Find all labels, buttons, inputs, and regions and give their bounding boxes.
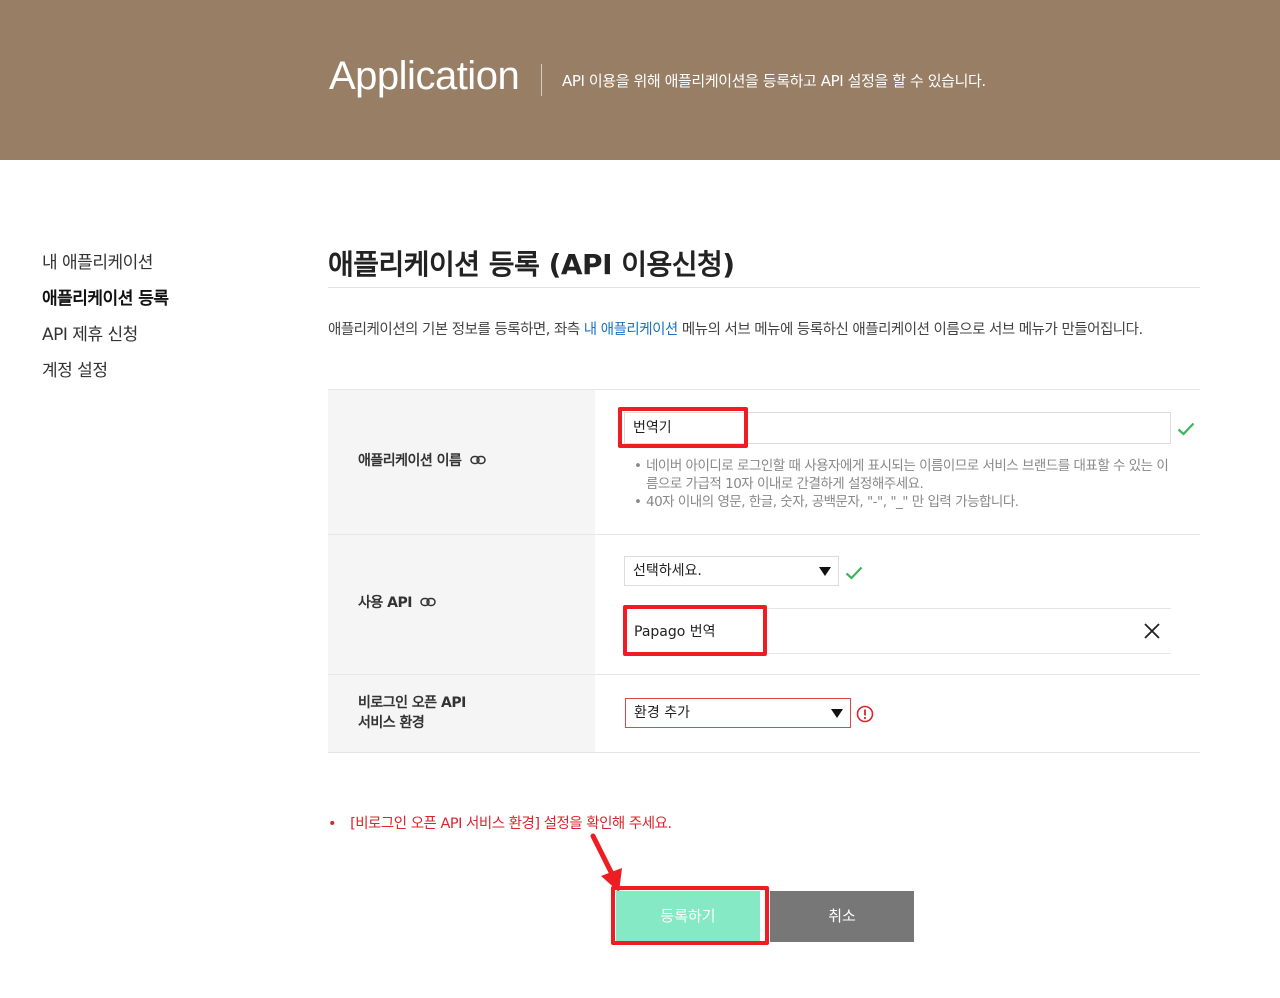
check-icon [845, 566, 863, 580]
cancel-button[interactable]: 취소 [770, 891, 914, 942]
arrow-annotation [590, 833, 622, 892]
link-icon[interactable] [470, 451, 486, 471]
environment-row: 비로그인 오픈 API 서비스 환경 환경 추가 [328, 675, 1200, 753]
intro-text-end: 메뉴의 서브 메뉴에 등록하신 애플리케이션 이름으로 서브 메뉴가 만들어집니… [677, 322, 1143, 338]
selected-api-label: Papago 번역 [634, 624, 716, 640]
chevron-down-icon [819, 567, 831, 576]
api-select-value: 선택하세요. [633, 563, 702, 579]
selected-api-item: Papago 번역 [624, 608, 1171, 654]
register-button[interactable]: 등록하기 [616, 891, 760, 942]
environment-label: 비로그인 오픈 API 서비스 환경 [358, 693, 466, 733]
intro-text: 애플리케이션의 기본 정보를 등록하면, 좌측 내 애플리케이션 메뉴의 서브 … [328, 316, 1200, 344]
environment-label-cell: 비로그인 오픈 API 서비스 환경 [328, 675, 595, 752]
check-icon [1177, 422, 1195, 436]
my-applications-link[interactable]: 내 애플리케이션 [584, 322, 679, 338]
app-name-label: 애플리케이션 이름 [358, 451, 486, 471]
error-bullet: • [328, 816, 337, 832]
app-name-label-text: 애플리케이션 이름 [358, 453, 462, 469]
help-item: 네이버 아이디로 로그인할 때 사용자에게 표시되는 이름이므로 서비스 브랜드… [634, 457, 1174, 493]
intro-text-start: 애플리케이션의 기본 정보를 등록하면, 좌측 [328, 322, 584, 338]
api-select[interactable]: 선택하세요. [624, 556, 839, 586]
error-message: • [비로그인 오픈 API 서비스 환경] 설정을 확인해 주세요. [328, 812, 672, 833]
app-name-help: 네이버 아이디로 로그인할 때 사용자에게 표시되는 이름이므로 서비스 브랜드… [634, 457, 1174, 511]
link-icon[interactable] [420, 593, 437, 613]
api-label-text: 사용 API [358, 595, 412, 611]
header-description: API 이용을 위해 애플리케이션을 등록하고 API 설정을 할 수 있습니다… [562, 72, 986, 90]
header-title: Application [329, 54, 520, 98]
api-label-cell: 사용 API [328, 535, 595, 674]
api-label: 사용 API [358, 593, 437, 613]
sidebar: 내 애플리케이션 애플리케이션 등록 API 제휴 신청 계정 설정 [42, 250, 169, 394]
header-divider [541, 64, 542, 96]
sidebar-item-my-applications[interactable]: 내 애플리케이션 [42, 250, 169, 286]
environment-select[interactable]: 환경 추가 [625, 698, 851, 728]
help-item: 40자 이내의 영문, 한글, 숫자, 공백문자, "-", "_" 만 입력 … [634, 493, 1174, 511]
app-name-row: 애플리케이션 이름 번역기 네이버 아이디로 로그인할 때 사용자에게 표시되는… [328, 390, 1200, 535]
close-icon[interactable] [1143, 622, 1161, 640]
environment-select-value: 환경 추가 [634, 705, 690, 721]
title-divider [328, 287, 1200, 288]
error-message-text: [비로그인 오픈 API 서비스 환경] 설정을 확인해 주세요. [350, 816, 672, 832]
app-name-input[interactable]: 번역기 [624, 412, 1171, 444]
page-title: 애플리케이션 등록 (API 이용신청) [328, 248, 735, 281]
app-name-label-cell: 애플리케이션 이름 [328, 390, 595, 534]
sidebar-item-account-settings[interactable]: 계정 설정 [42, 358, 169, 394]
sidebar-item-api-partnership[interactable]: API 제휴 신청 [42, 322, 169, 358]
api-row: 사용 API 선택하세요. Papago 번역 [328, 535, 1200, 675]
header-banner: Application API 이용을 위해 애플리케이션을 등록하고 API … [0, 0, 1280, 160]
registration-form: 애플리케이션 이름 번역기 네이버 아이디로 로그인할 때 사용자에게 표시되는… [328, 389, 1200, 753]
chevron-down-icon [831, 709, 843, 718]
sidebar-item-register-application[interactable]: 애플리케이션 등록 [42, 286, 169, 322]
environment-label-line1: 비로그인 오픈 API [358, 695, 466, 711]
warning-icon [856, 705, 874, 723]
environment-label-line2: 서비스 환경 [358, 715, 425, 731]
